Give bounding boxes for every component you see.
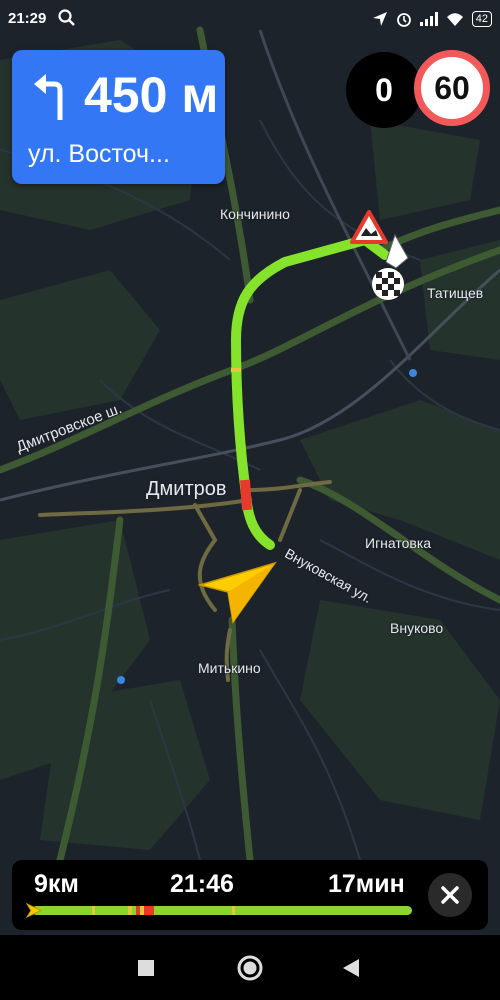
- current-speed: 0: [346, 52, 422, 128]
- maneuver-distance: 450 м: [84, 67, 219, 123]
- search-icon: [58, 9, 75, 26]
- arrival-time: 21:46: [170, 870, 234, 898]
- wifi-icon: [446, 13, 463, 26]
- start-position-icon: [26, 903, 42, 918]
- status-bar: 21:29 42: [0, 0, 500, 38]
- recent-apps-button[interactable]: [131, 953, 161, 983]
- map-label-vnukovo: Внуково: [390, 620, 444, 636]
- location-arrow-icon: [372, 12, 387, 26]
- close-icon: [441, 886, 459, 904]
- alarm-icon: [396, 13, 411, 27]
- remaining-duration: 17мин: [328, 870, 405, 898]
- maneuver-card[interactable]: 450 м ул. Восточ...: [12, 50, 225, 184]
- map-label-dmitrov: Дмитров: [146, 478, 227, 500]
- poi-dot[interactable]: [409, 369, 417, 377]
- back-button[interactable]: [336, 953, 366, 983]
- close-route-button[interactable]: [428, 873, 472, 917]
- home-button[interactable]: [235, 953, 265, 983]
- traffic-slow-segment: [92, 906, 95, 915]
- route-traffic-bar: [32, 906, 412, 915]
- remaining-distance: 9км: [34, 870, 79, 898]
- traffic-slow-segment: [128, 906, 132, 915]
- map-label-konchinino: Кончинино: [220, 206, 290, 222]
- route-progress-bar: [32, 906, 412, 915]
- route-jam-segment: [240, 479, 252, 511]
- battery-indicator: 42: [471, 11, 492, 27]
- navigation-arrow-icon: [197, 561, 277, 624]
- status-icons: 42: [372, 8, 492, 30]
- home-circle-icon: [237, 955, 263, 981]
- map-label-ignatovka: Игнатовка: [365, 535, 432, 551]
- square-icon: [138, 960, 154, 976]
- traffic-jam-segment: [136, 906, 154, 915]
- signal-icon: [419, 12, 438, 26]
- maneuver-street: ул. Восточ...: [28, 140, 170, 168]
- status-time: 21:29: [8, 10, 47, 27]
- system-navigation-bar: [0, 935, 500, 1000]
- traffic-slow-segment: [232, 906, 235, 915]
- speed-limit-sign: 60: [414, 50, 490, 126]
- map-label-mitkino: Митькино: [198, 660, 261, 676]
- traffic-slow-segment: [140, 906, 144, 915]
- poi-dot[interactable]: [117, 676, 125, 684]
- turn-left-icon: [34, 74, 63, 120]
- back-triangle-icon: [343, 959, 359, 977]
- map-label-tatishchevo: Татищев: [427, 285, 484, 301]
- route-summary-panel[interactable]: 9км 21:46 17мин: [12, 860, 488, 930]
